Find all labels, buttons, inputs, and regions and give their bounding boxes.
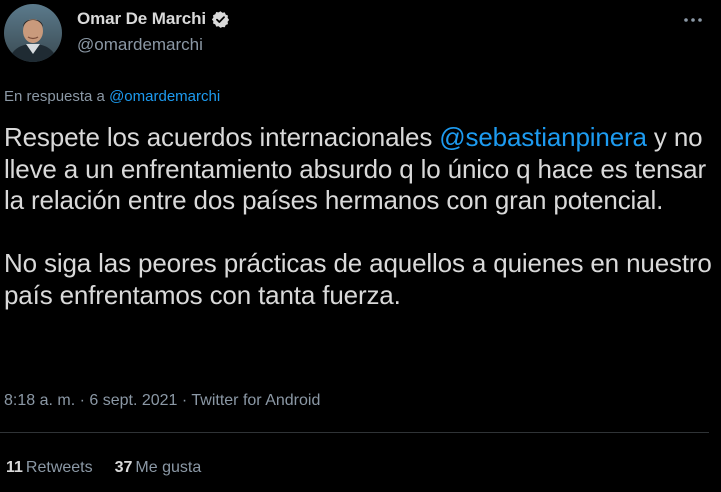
tweet-stats: 11 Retweets 37 Me gusta: [6, 459, 201, 477]
reply-context: En respuesta a @omardemarchi: [4, 88, 220, 105]
likes-count: 37: [114, 459, 133, 476]
tweet-paragraph-2: No siga las peores prácticas de aquellos…: [4, 248, 712, 310]
retweets-stat[interactable]: 11 Retweets: [6, 459, 93, 477]
reply-mention-link[interactable]: @omardemarchi: [109, 88, 220, 105]
retweets-label: Retweets: [25, 459, 93, 476]
more-options-icon[interactable]: [681, 8, 705, 32]
avatar-image: [4, 4, 62, 62]
retweets-count: 11: [6, 459, 23, 476]
verified-badge-icon: [211, 10, 230, 29]
avatar[interactable]: [4, 4, 62, 62]
author-name-row: Omar De Marchi: [77, 9, 230, 29]
tweet-time-link[interactable]: 8:18 a. m.: [4, 392, 75, 409]
tweet-source-link[interactable]: Twitter for Android: [191, 392, 320, 409]
tweet-body: Respete los acuerdos internacionales @se…: [4, 122, 716, 311]
tweet-date-link[interactable]: 6 sept. 2021: [89, 392, 177, 409]
tweet-text: Respete los acuerdos internacionales: [4, 122, 440, 152]
meta-separator: ·: [177, 392, 192, 409]
reply-prefix: En respuesta a: [4, 88, 105, 105]
author-name[interactable]: Omar De Marchi: [77, 9, 206, 29]
meta-separator: ·: [75, 392, 90, 409]
mention-link[interactable]: @sebastianpinera: [439, 122, 647, 152]
likes-stat[interactable]: 37 Me gusta: [115, 459, 202, 477]
tweet: Omar De Marchi @omardemarchi En respuest…: [0, 0, 721, 492]
author-handle[interactable]: @omardemarchi: [77, 35, 203, 55]
divider: [0, 432, 709, 433]
tweet-meta: 8:18 a. m. · 6 sept. 2021 · Twitter for …: [4, 392, 320, 410]
tweet-paragraph-1: Respete los acuerdos internacionales @se…: [4, 122, 716, 217]
likes-label: Me gusta: [135, 459, 202, 476]
